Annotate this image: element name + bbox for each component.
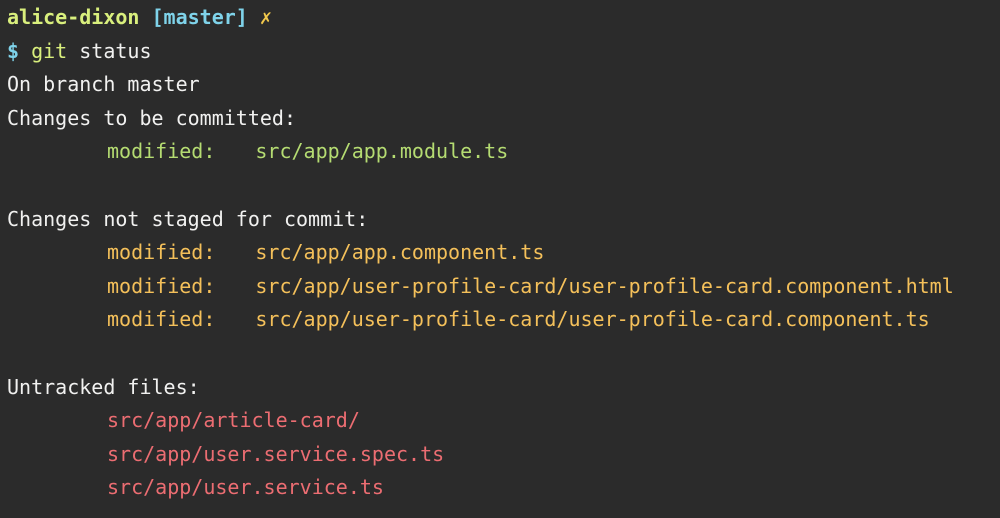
untracked-file-row: src/app/user.service.spec.ts [107,441,445,466]
file-status: modified: [107,273,216,298]
prompt-line: alice-dixon [master] ✗ [7,1,1000,35]
unstaged-file-row: modified: src/app/user-profile-card/user-… [7,303,1000,337]
untracked-file-row: src/app/article-card/ [107,408,360,433]
dirty-marker-icon: ✗ [259,5,272,29]
command-bin: git [31,38,68,63]
terminal-window[interactable]: alice-dixon [master] ✗ $ git status On b… [0,0,1000,518]
staged-file-row: modified: src/app/app.module.ts [7,135,1000,169]
prompt-branch: [master] [151,5,248,29]
command-line: $ git status [7,35,1000,69]
untracked-file-row: src/app/user.service.ts [107,475,384,500]
file-path: src/app/app.module.ts [255,139,509,164]
command-arg: status [79,38,152,63]
prompt-dollar: $ [7,38,20,63]
file-status: modified: [107,240,216,265]
on-branch-text: On branch master [7,72,200,97]
unstaged-file-row: modified: src/app/app.component.ts [7,236,1000,270]
prompt-user: alice-dixon [7,5,140,29]
untracked-header: Untracked files: [7,374,200,399]
file-status: modified: [107,307,216,332]
file-path: src/app/user-profile-card/user-profile-c… [255,273,954,298]
unstaged-header: Changes not staged for commit: [7,206,369,231]
file-path: src/app/user-profile-card/user-profile-c… [255,307,930,332]
unstaged-file-row: modified: src/app/user-profile-card/user-… [7,270,1000,304]
file-path: src/app/app.component.ts [255,240,545,265]
file-status: modified: [107,139,216,164]
staged-header: Changes to be committed: [7,105,296,130]
